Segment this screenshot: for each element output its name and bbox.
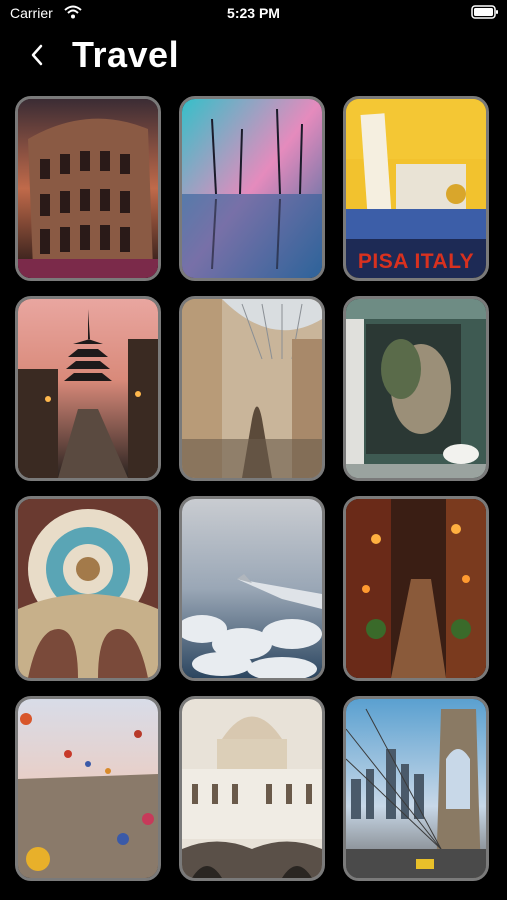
status-time: 5:23 PM bbox=[227, 5, 280, 21]
wallpaper-grid: PISA ITALY bbox=[15, 96, 489, 881]
wallpaper-tile-baroque-dome[interactable] bbox=[15, 496, 161, 681]
wallpaper-tile-lantern-alley[interactable] bbox=[343, 496, 489, 681]
st-peters-image bbox=[182, 699, 322, 878]
wallpaper-tile-hot-air-balloons[interactable] bbox=[15, 696, 161, 881]
brooklyn-bridge-image bbox=[346, 699, 486, 878]
wallpaper-tile-galleria[interactable] bbox=[179, 296, 325, 481]
poster-caption: PISA ITALY bbox=[357, 250, 475, 273]
wallpaper-tile-brooklyn-bridge[interactable] bbox=[343, 696, 489, 881]
wallpaper-tile-airplane-clouds[interactable] bbox=[179, 496, 325, 681]
baroque-dome-image bbox=[18, 499, 158, 678]
wallpaper-tile-st-peters[interactable] bbox=[179, 696, 325, 881]
wallpaper-tile-palm-reflection[interactable] bbox=[179, 96, 325, 281]
airplane-clouds-image bbox=[182, 499, 322, 678]
pagoda-street-image bbox=[18, 299, 158, 478]
navigation-bar: Travel bbox=[0, 30, 507, 82]
tropical-bathroom-image bbox=[346, 299, 486, 478]
wallpaper-tile-colosseum[interactable] bbox=[15, 96, 161, 281]
hot-air-balloons-image bbox=[18, 699, 158, 878]
wallpaper-tile-tropical-bathroom[interactable] bbox=[343, 296, 489, 481]
lantern-alley-image bbox=[346, 499, 486, 678]
wallpaper-tile-pisa-poster[interactable]: PISA ITALY bbox=[343, 96, 489, 281]
chevron-left-icon bbox=[31, 44, 43, 66]
status-bar: Carrier 5:23 PM bbox=[0, 0, 507, 30]
battery-icon bbox=[471, 5, 499, 24]
colosseum-image bbox=[18, 99, 158, 278]
back-button[interactable] bbox=[22, 40, 52, 70]
palm-reflection-image bbox=[182, 99, 322, 278]
page-title: Travel bbox=[72, 34, 180, 75]
galleria-image bbox=[182, 299, 322, 478]
wallpaper-tile-pagoda-street[interactable] bbox=[15, 296, 161, 481]
